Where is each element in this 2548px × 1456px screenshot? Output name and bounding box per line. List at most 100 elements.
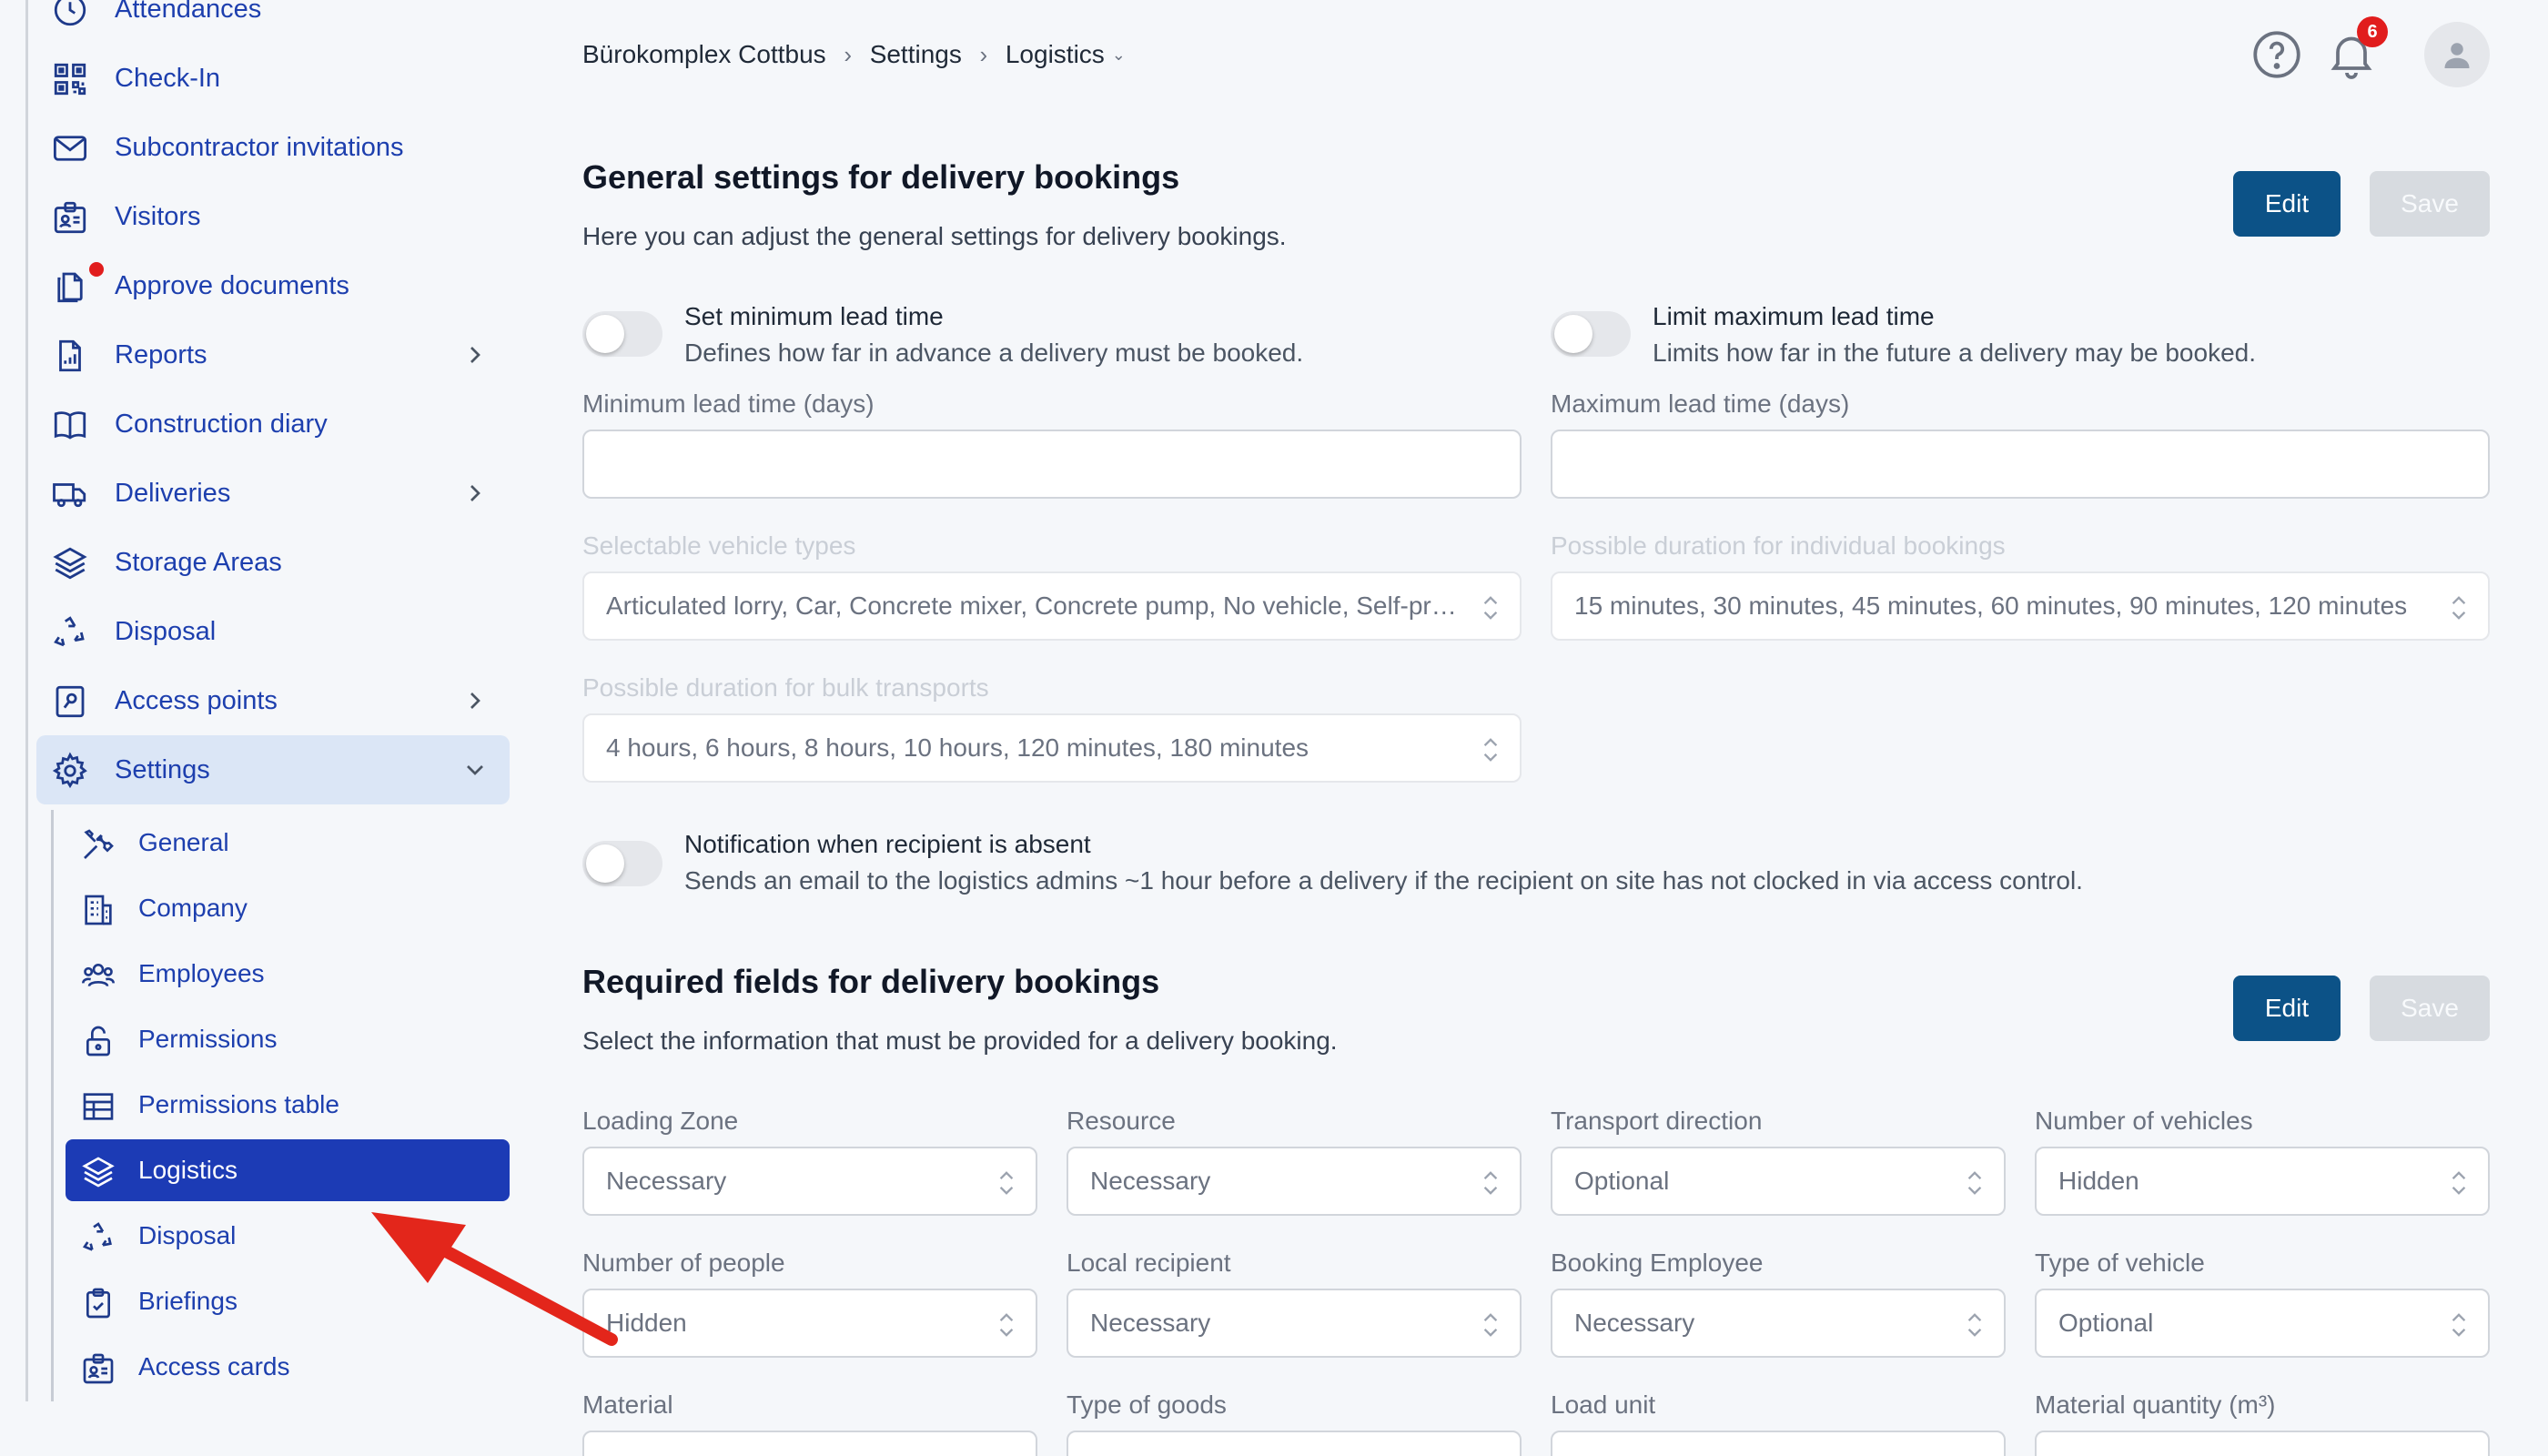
min-lead-time-desc: Defines how far in advance a delivery mu…	[684, 339, 1304, 367]
chevron-right-icon: ›	[844, 40, 853, 68]
min-lead-time-toggle[interactable]	[582, 311, 662, 357]
sidebar-item-deliveries[interactable]: Deliveries	[36, 459, 510, 528]
field-label: Local recipient	[1067, 1249, 1231, 1277]
material-select[interactable]	[582, 1431, 1037, 1456]
field-label: Material quantity (m³)	[2035, 1390, 2276, 1419]
clipboard-icon	[86, 1288, 110, 1319]
chevron-down-icon[interactable]: ⌄	[1112, 46, 1126, 65]
help-icon[interactable]	[2250, 27, 2304, 82]
report-icon	[59, 339, 81, 372]
sidebar-item-subcontractor-invitations[interactable]: Subcontractor invitations	[36, 113, 510, 182]
qr-code-icon	[54, 63, 86, 96]
sidebar-item-label: Reports	[115, 339, 207, 369]
settings-sub-logistics[interactable]: Logistics	[66, 1139, 510, 1201]
number-of-vehicles-select[interactable]: Hidden	[2035, 1147, 2490, 1216]
local-recipient-select[interactable]: Necessary	[1067, 1289, 1522, 1358]
booking-employee-select[interactable]: Necessary	[1551, 1289, 2006, 1358]
chevron-down-icon	[467, 765, 483, 775]
sidebar-item-label: Visitors	[115, 201, 201, 231]
number-of-people-select[interactable]: Hidden	[582, 1289, 1037, 1358]
sidebar-item-label: Access cards	[138, 1352, 290, 1380]
sidebar-item-label: Construction diary	[115, 409, 328, 439]
annotation-arrow	[371, 1212, 618, 1346]
select-value: Necessary	[606, 1167, 727, 1195]
settings-sub-company[interactable]: Company	[66, 877, 510, 939]
field-label: Transport direction	[1551, 1107, 1763, 1135]
load-unit-select[interactable]	[1551, 1431, 2006, 1456]
chevron-right-icon	[470, 485, 480, 501]
material-quantity-select[interactable]	[2035, 1431, 2490, 1456]
select-value: Optional	[1574, 1167, 1670, 1195]
sidebar-item-label: Access points	[115, 685, 278, 715]
sidebar-item-label: Briefings	[138, 1287, 238, 1315]
loading-zone-select[interactable]: Necessary	[582, 1147, 1037, 1216]
type-of-goods-select[interactable]	[1067, 1431, 1522, 1456]
sidebar-item-check-in[interactable]: Check-In	[36, 44, 510, 113]
booking-duration-value: 15 minutes, 30 minutes, 45 minutes, 60 m…	[1574, 592, 2408, 620]
avatar[interactable]	[2424, 22, 2490, 87]
select-value: Hidden	[2058, 1167, 2139, 1195]
edit-button[interactable]: Edit	[2233, 171, 2341, 237]
field-label: Resource	[1067, 1107, 1176, 1135]
max-lead-time-label: Maximum lead time (days)	[1551, 389, 1850, 418]
truck-icon	[53, 483, 86, 508]
chevron-right-icon	[470, 347, 480, 363]
save-button[interactable]: Save	[2370, 171, 2490, 237]
book-icon	[54, 411, 86, 440]
booking-duration-select[interactable]: 15 minutes, 30 minutes, 45 minutes, 60 m…	[1551, 571, 2490, 641]
vehicle-types-select[interactable]: Articulated lorry, Car, Concrete mixer, …	[582, 571, 1522, 641]
envelope-icon	[53, 136, 87, 161]
absent-notification-desc: Sends an email to the logistics admins ~…	[684, 866, 2083, 895]
breadcrumb-logistics[interactable]: Logistics	[1006, 40, 1105, 69]
type-of-vehicle-select[interactable]: Optional	[2035, 1289, 2490, 1358]
sidebar-item-disposal[interactable]: Disposal	[36, 597, 510, 666]
section-title-general: General settings for delivery bookings	[582, 158, 1180, 196]
field-label: Type of goods	[1067, 1390, 1227, 1419]
max-lead-time-title: Limit maximum lead time	[1653, 302, 1935, 330]
sidebar-item-settings[interactable]: Settings	[36, 735, 510, 804]
breadcrumb-settings[interactable]: Settings	[870, 40, 962, 69]
recycle-icon	[54, 616, 85, 647]
field-label: Booking Employee	[1551, 1249, 1764, 1277]
sidebar-item-visitors[interactable]: Visitors	[36, 182, 510, 251]
id-badge-icon	[83, 1353, 114, 1384]
sidebar-item-label: Subcontractor invitations	[115, 132, 404, 162]
sidebar-item-label: Disposal	[138, 1221, 237, 1249]
gear-icon	[52, 752, 87, 789]
access-point-icon	[56, 685, 85, 718]
transport-direction-select[interactable]: Optional	[1551, 1147, 2006, 1216]
settings-sub-permissions-table[interactable]: Permissions table	[66, 1074, 510, 1136]
breadcrumb: Bürokomplex Cottbus › Settings › Logisti…	[582, 36, 1126, 73]
resource-select[interactable]: Necessary	[1067, 1147, 1522, 1216]
min-lead-time-input[interactable]	[582, 430, 1522, 499]
sidebar-item-attendances[interactable]: Attendances	[36, 0, 510, 44]
user-icon	[2444, 43, 2470, 68]
notification-badge: 6	[2357, 16, 2388, 47]
sidebar-item-label: Deliveries	[115, 478, 231, 508]
edit-button[interactable]: Edit	[2233, 976, 2341, 1041]
sidebar: Attendances Check-In Subcontractor invit…	[0, 0, 528, 1401]
save-button[interactable]: Save	[2370, 976, 2490, 1041]
sidebar-item-label: Approve documents	[115, 270, 349, 300]
sidebar-item-approve-documents[interactable]: Approve documents	[36, 251, 510, 320]
settings-sub-permissions[interactable]: Permissions	[66, 1008, 510, 1070]
sidebar-item-access-points[interactable]: Access points	[36, 666, 510, 735]
breadcrumb-site[interactable]: Bürokomplex Cottbus	[582, 40, 826, 69]
settings-sub-employees[interactable]: Employees	[66, 943, 510, 1005]
notification-dot	[89, 262, 104, 277]
settings-sub-general[interactable]: General	[66, 812, 510, 874]
sidebar-item-label: General	[138, 828, 229, 856]
select-arrows-icon	[999, 1171, 1014, 1195]
sidebar-item-storage-areas[interactable]: Storage Areas	[36, 528, 510, 597]
sidebar-item-construction-diary[interactable]: Construction diary	[36, 389, 510, 459]
max-lead-time-input[interactable]	[1551, 430, 2490, 499]
lock-icon	[86, 1026, 110, 1057]
sidebar-item-reports[interactable]: Reports	[36, 320, 510, 389]
max-lead-time-toggle[interactable]	[1551, 311, 1631, 357]
bulk-duration-select[interactable]: 4 hours, 6 hours, 8 hours, 10 hours, 120…	[582, 713, 1522, 783]
field-label: Load unit	[1551, 1390, 1656, 1419]
absent-notification-toggle[interactable]	[582, 841, 662, 886]
sidebar-item-label: Settings	[115, 754, 210, 784]
building-icon	[85, 895, 112, 925]
sidebar-border	[25, 0, 28, 1401]
